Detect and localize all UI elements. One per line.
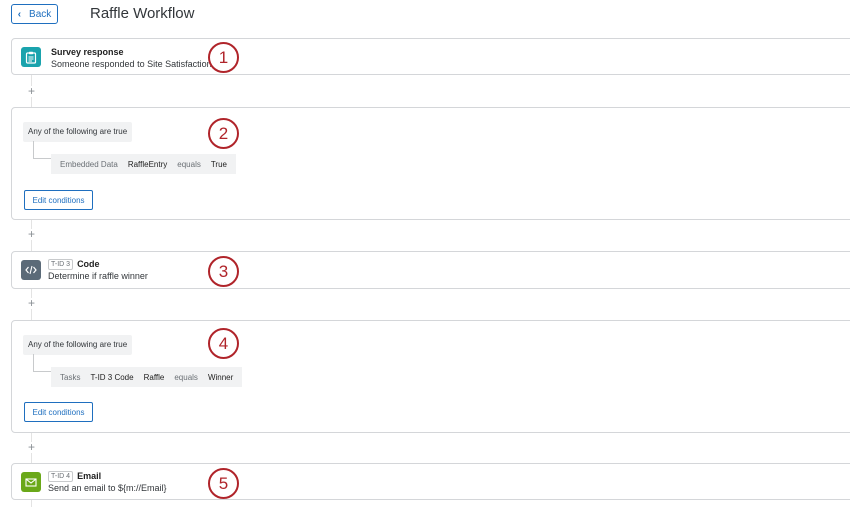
condition-row: Tasks T-ID 3 Code Raffle equals Winner bbox=[51, 367, 243, 387]
connector-line bbox=[31, 500, 32, 507]
condition-field-type: Embedded Data bbox=[60, 159, 118, 169]
condition-operator: equals bbox=[177, 159, 201, 169]
condition-task: T-ID 3 Code bbox=[90, 372, 134, 382]
edit-conditions-button[interactable]: Edit conditions bbox=[24, 190, 93, 210]
trigger-subtitle: Someone responded to Site Satisfaction bbox=[51, 59, 212, 69]
back-button-label: Back bbox=[29, 8, 52, 20]
code-task-title: T-ID 3 Code bbox=[48, 259, 100, 270]
condition-row: Embedded Data RaffleEntry equals True bbox=[51, 154, 236, 174]
task-id-badge: T-ID 3 bbox=[48, 259, 74, 270]
email-task-title: T-ID 4 Email bbox=[48, 471, 101, 482]
back-button[interactable]: ‹ Back bbox=[11, 4, 58, 24]
add-step-button[interactable]: + bbox=[26, 297, 37, 309]
task-id-badge: T-ID 4 bbox=[48, 471, 74, 482]
envelope-icon bbox=[21, 472, 41, 492]
add-step-button[interactable]: + bbox=[26, 228, 37, 240]
condition-value: True bbox=[210, 159, 227, 169]
code-task-card[interactable]: T-ID 3 Code Determine if raffle winner bbox=[11, 251, 850, 289]
condition-heading: Any of the following are true bbox=[23, 122, 133, 142]
code-icon bbox=[21, 260, 41, 280]
condition-card: Any of the following are true Embedded D… bbox=[11, 107, 850, 220]
condition-card: Any of the following are true Tasks T-ID… bbox=[11, 320, 850, 433]
condition-field: RaffleEntry bbox=[127, 159, 168, 169]
code-task-name: Code bbox=[77, 259, 100, 269]
trigger-title: Survey response bbox=[51, 47, 124, 57]
page-title: Raffle Workflow bbox=[90, 5, 195, 22]
clipboard-icon bbox=[21, 47, 41, 67]
chevron-left-icon: ‹ bbox=[17, 8, 22, 20]
condition-operator: equals bbox=[174, 372, 198, 382]
add-step-button[interactable]: + bbox=[26, 85, 37, 97]
email-task-card[interactable]: T-ID 4 Email Send an email to ${m://Email… bbox=[11, 463, 850, 500]
email-task-name: Email bbox=[77, 471, 102, 481]
step-callout: 2 bbox=[208, 118, 239, 149]
step-callout: 1 bbox=[208, 42, 239, 73]
condition-tree-connector bbox=[33, 141, 52, 159]
step-callout: 3 bbox=[208, 256, 239, 287]
condition-field-type: Tasks bbox=[60, 372, 81, 382]
add-step-button[interactable]: + bbox=[26, 441, 37, 453]
step-callout: 5 bbox=[208, 468, 239, 499]
condition-field: Raffle bbox=[143, 372, 165, 382]
condition-value: Winner bbox=[207, 372, 234, 382]
trigger-card[interactable]: Survey response Someone responded to Sit… bbox=[11, 38, 850, 75]
step-callout: 4 bbox=[208, 328, 239, 359]
condition-tree-connector bbox=[33, 354, 52, 372]
condition-heading: Any of the following are true bbox=[23, 335, 133, 355]
email-task-subtitle: Send an email to ${m://Email} bbox=[48, 483, 167, 493]
code-task-subtitle: Determine if raffle winner bbox=[48, 271, 148, 281]
edit-conditions-button[interactable]: Edit conditions bbox=[24, 402, 93, 422]
